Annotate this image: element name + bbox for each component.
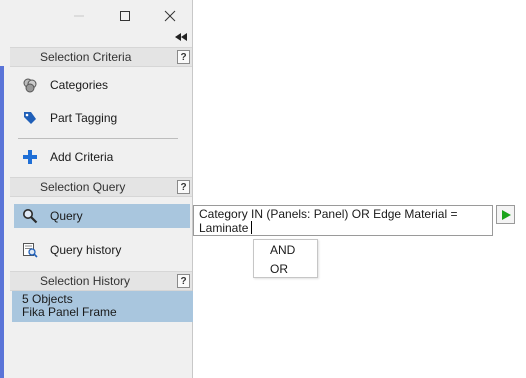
query-item-label: Query history [50,243,122,257]
maximize-icon [120,11,130,21]
criteria-item-label: Categories [50,78,109,92]
help-button[interactable]: ? [177,180,190,194]
divider [18,138,178,139]
section-header-selection-history: Selection History ? [10,271,192,291]
selection-panel: Selection Criteria ? Categories Part Tag… [0,0,193,378]
query-text-line: Category IN (Panels: Panel) OR Edge Mate… [199,207,458,221]
criteria-item-label: Add Criteria [50,150,114,164]
section-title: Selection Criteria [40,50,132,64]
section-header-selection-criteria: Selection Criteria ? [10,47,192,67]
criteria-item-part-tagging[interactable]: Part Tagging [14,106,190,130]
criteria-item-label: Part Tagging [50,111,118,125]
help-button[interactable]: ? [177,274,190,288]
run-query-button[interactable] [496,205,515,224]
query-item-label: Query [50,209,83,223]
history-entry-name: Fika Panel Frame [22,305,117,319]
add-criteria-button[interactable]: Add Criteria [14,145,190,169]
help-button[interactable]: ? [177,50,190,64]
close-icon [164,10,176,22]
plus-icon [23,150,37,164]
collapse-panel-button[interactable] [172,31,190,43]
minimize-icon [74,15,84,17]
query-history-icon [23,243,38,258]
magnifier-icon [23,209,38,224]
minimize-button[interactable] [68,6,90,26]
close-button[interactable] [159,6,181,26]
query-text-line: Laminate [199,221,488,235]
section-title: Selection Query [40,180,126,194]
maximize-button[interactable] [114,6,136,26]
query-editor-input[interactable]: Category IN (Panels: Panel) OR Edge Mate… [193,205,493,236]
criteria-item-categories[interactable]: Categories [14,73,190,97]
query-item-query[interactable]: Query [14,204,190,228]
tag-icon [24,112,36,124]
categories-icon [23,78,37,93]
autocomplete-dropdown: AND OR [253,239,318,278]
history-entry[interactable]: 5 Objects Fika Panel Frame [12,291,193,322]
double-chevron-left-icon [175,33,187,41]
query-item-query-history[interactable]: Query history [14,238,190,262]
play-icon [501,209,511,220]
section-header-selection-query: Selection Query ? [10,177,192,197]
text-caret [251,221,253,234]
panel-titlebar [0,0,192,32]
panel-accent-bar [0,66,4,378]
autocomplete-option-and[interactable]: AND [270,243,295,257]
autocomplete-option-or[interactable]: OR [270,262,288,276]
section-title: Selection History [40,274,131,288]
